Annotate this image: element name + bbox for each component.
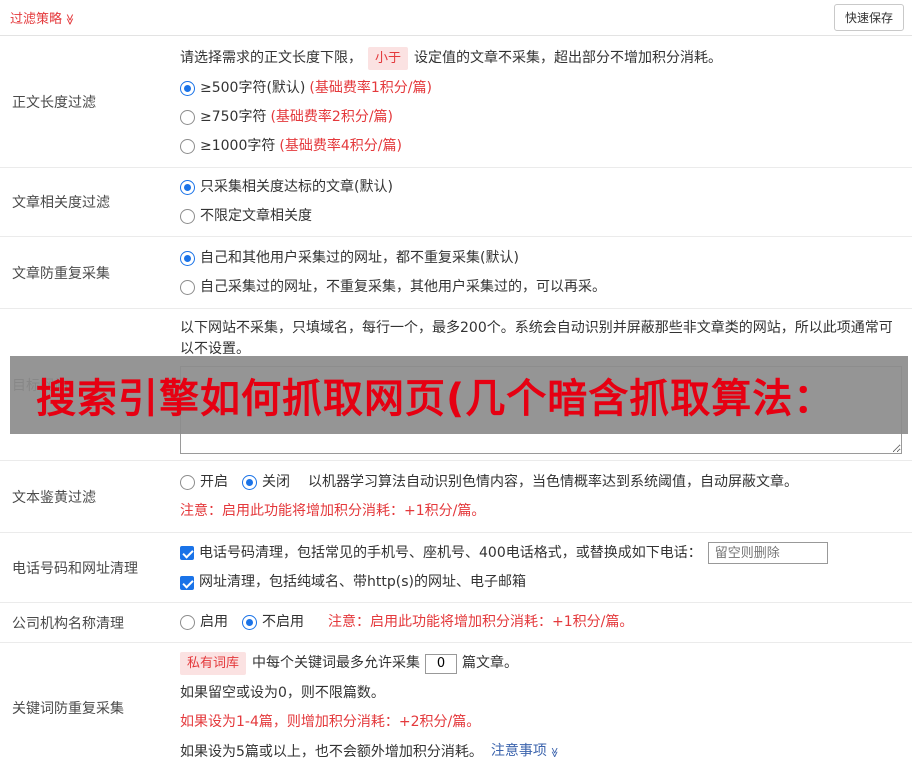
radio-icon[interactable] <box>242 615 257 630</box>
option-label: 启用 <box>200 612 228 633</box>
radio-icon[interactable] <box>180 475 195 490</box>
radio-icon[interactable] <box>180 209 195 224</box>
page-title[interactable]: 过滤策略≫ <box>10 8 76 27</box>
row-label-keyword-dedup: 关键词防重复采集 <box>0 643 168 772</box>
overlay-banner: 搜索引擎如何抓取网页(几个暗含抓取算法： <box>10 356 908 434</box>
row-article-dedup: 文章防重复采集 自己和其他用户采集过的网址，都不重复采集(默认) 自己采集过的网… <box>0 237 912 309</box>
row-label-body-length: 正文长度过滤 <box>0 36 168 167</box>
option-label: 不限定文章相关度 <box>200 206 312 227</box>
intro-post-text: 设定值的文章不采集，超出部分不增加积分消耗。 <box>414 48 722 69</box>
radio-icon[interactable] <box>180 139 195 154</box>
checkbox-label: 网址清理，包括纯域名、带http(s)的网址、电子邮箱 <box>199 572 526 593</box>
checkbox-label: 电话号码清理，包括常见的手机号、座机号、400电话格式，或替换成如下电话： <box>199 543 702 564</box>
checkbox-icon[interactable] <box>180 546 194 560</box>
highlight-chip-private-lexicon: 私有词库 <box>180 652 246 675</box>
keyword-dedup-line2: 如果留空或设为0，则不限篇数。 <box>180 683 902 704</box>
company-cleanup-option-on[interactable]: 启用 <box>180 612 228 633</box>
relevance-option-any[interactable]: 不限定文章相关度 <box>180 206 312 227</box>
option-label: 自己采集过的网址，不重复采集，其他用户采集过的，可以再采。 <box>200 277 606 298</box>
relevance-option-strict[interactable]: 只采集相关度达标的文章(默认) <box>180 177 393 198</box>
option-label: 只采集相关度达标的文章(默认) <box>200 177 393 198</box>
notes-link-text: 注意事项 <box>491 743 547 759</box>
intro-pre-text: 请选择需求的正文长度下限， <box>180 48 362 69</box>
keyword-dedup-line4: 如果设为5篇或以上，也不会额外增加积分消耗。 <box>180 742 483 763</box>
company-cleanup-option-off[interactable]: 不启用 <box>242 612 304 633</box>
phone-replace-input[interactable] <box>708 542 828 564</box>
target-sites-description: 以下网站不采集，只填域名，每行一个，最多200个。系统会自动识别并屏蔽那些非文章… <box>180 318 902 360</box>
radio-icon[interactable] <box>242 475 257 490</box>
row-body-length-filter: 正文长度过滤 请选择需求的正文长度下限， 小于 设定值的文章不采集，超出部分不增… <box>0 36 912 168</box>
row-label-phone-url: 电话号码和网址清理 <box>0 533 168 602</box>
keyword-max-count-input[interactable] <box>425 654 457 674</box>
chevron-double-down-icon: ≫ <box>544 747 565 757</box>
checkbox-icon[interactable] <box>180 576 194 590</box>
option-label: ≥1000字符 <box>200 136 275 157</box>
option-label: ≥750字符 <box>200 107 266 128</box>
option-label: 关闭 <box>262 472 290 493</box>
row-phone-url-cleanup: 电话号码和网址清理 电话号码清理，包括常见的手机号、座机号、400电话格式，或替… <box>0 533 912 603</box>
option-fee-note: (基础费率1积分/篇) <box>309 78 432 99</box>
company-cleanup-warning: 注意：启用此功能将增加积分消耗：+1积分/篇。 <box>328 612 633 633</box>
radio-icon[interactable] <box>180 280 195 295</box>
row-relevance-filter: 文章相关度过滤 只采集相关度达标的文章(默认) 不限定文章相关度 <box>0 168 912 237</box>
topbar: 过滤策略≫ 快速保存 <box>0 0 912 36</box>
page-title-text: 过滤策略 <box>10 12 62 27</box>
length-option-500[interactable]: ≥500字符(默认) (基础费率1积分/篇) <box>180 78 432 99</box>
option-label: 自己和其他用户采集过的网址，都不重复采集(默认) <box>200 248 519 269</box>
keyword-dedup-line3: 如果设为1-4篇，则增加积分消耗：+2积分/篇。 <box>180 712 902 733</box>
porn-filter-warning: 注意：启用此功能将增加积分消耗：+1积分/篇。 <box>180 501 902 522</box>
row-label-porn-filter: 文本鉴黄过滤 <box>0 461 168 532</box>
radio-icon[interactable] <box>180 180 195 195</box>
row-keyword-dedup: 关键词防重复采集 私有词库 中每个关键词最多允许采集 篇文章。 如果留空或设为0… <box>0 643 912 772</box>
quick-save-button[interactable]: 快速保存 <box>834 4 904 31</box>
option-label: 开启 <box>200 472 228 493</box>
keyword-dedup-line1-mid: 中每个关键词最多允许采集 <box>252 653 420 674</box>
radio-icon[interactable] <box>180 615 195 630</box>
body-length-intro: 请选择需求的正文长度下限， 小于 设定值的文章不采集，超出部分不增加积分消耗。 <box>180 47 902 70</box>
dedup-option-self-only[interactable]: 自己采集过的网址，不重复采集，其他用户采集过的，可以再采。 <box>180 277 606 298</box>
row-label-dedup: 文章防重复采集 <box>0 237 168 308</box>
radio-icon[interactable] <box>180 251 195 266</box>
highlight-chip-less-than: 小于 <box>368 47 408 70</box>
option-fee-note: (基础费率4积分/篇) <box>279 136 402 157</box>
overlay-banner-text: 搜索引擎如何抓取网页(几个暗含抓取算法： <box>36 366 834 424</box>
phone-cleanup-checkbox[interactable]: 电话号码清理，包括常见的手机号、座机号、400电话格式，或替换成如下电话： <box>180 543 702 564</box>
row-label-relevance: 文章相关度过滤 <box>0 168 168 236</box>
porn-filter-option-off[interactable]: 关闭 <box>242 472 290 493</box>
notes-link[interactable]: 注意事项≫ <box>491 741 559 763</box>
option-fee-note: (基础费率2积分/篇) <box>270 107 393 128</box>
radio-icon[interactable] <box>180 81 195 96</box>
row-label-company: 公司机构名称清理 <box>0 603 168 642</box>
option-label: 不启用 <box>262 612 304 633</box>
radio-icon[interactable] <box>180 110 195 125</box>
row-porn-filter: 文本鉴黄过滤 开启 关闭 以机器学习算法自动识别色情内容，当色情概率达到系统阈值… <box>0 461 912 533</box>
porn-filter-option-on[interactable]: 开启 <box>180 472 228 493</box>
row-company-cleanup: 公司机构名称清理 启用 不启用 注意：启用此功能将增加积分消耗：+1积分/篇。 <box>0 603 912 643</box>
option-label: ≥500字符(默认) <box>200 78 305 99</box>
length-option-1000[interactable]: ≥1000字符 (基础费率4积分/篇) <box>180 136 402 157</box>
keyword-dedup-line1-post: 篇文章。 <box>462 653 518 674</box>
porn-filter-description: 以机器学习算法自动识别色情内容，当色情概率达到系统阈值，自动屏蔽文章。 <box>308 472 798 493</box>
chevron-double-down-icon: ≫ <box>63 14 76 26</box>
url-cleanup-checkbox[interactable]: 网址清理，包括纯域名、带http(s)的网址、电子邮箱 <box>180 572 526 593</box>
dedup-option-global[interactable]: 自己和其他用户采集过的网址，都不重复采集(默认) <box>180 248 519 269</box>
length-option-750[interactable]: ≥750字符 (基础费率2积分/篇) <box>180 107 393 128</box>
